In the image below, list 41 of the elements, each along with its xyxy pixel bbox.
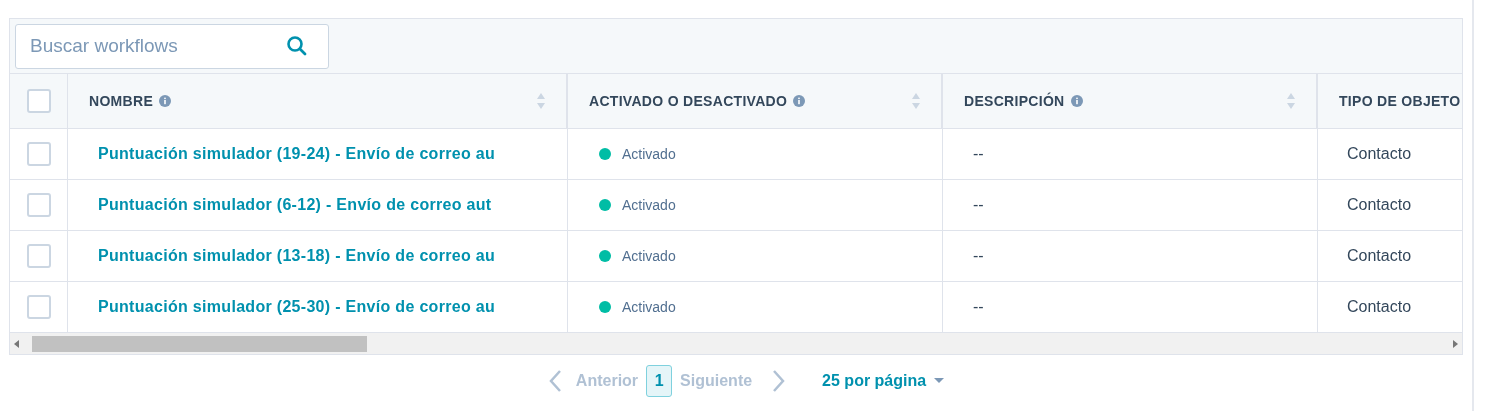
object-type-text: Contacto — [1347, 144, 1412, 164]
status-text: Activado — [622, 195, 676, 215]
workflow-link[interactable]: Puntuación simulador (19-24) - Envío de correo au — [98, 142, 495, 166]
description-text: -- — [973, 195, 984, 215]
status-text: Activado — [622, 297, 676, 317]
status-text: Activado — [622, 144, 676, 164]
search-input[interactable]: Buscar workflows — [30, 31, 286, 61]
scroll-left-icon[interactable] — [14, 339, 20, 348]
workflow-link[interactable]: Puntuación simulador (6-12) - Envío de correo aut — [98, 193, 492, 217]
sort-icon[interactable] — [536, 92, 546, 110]
column-header[interactable]: NOMBRE — [89, 90, 154, 112]
object-type-text: Contacto — [1347, 195, 1412, 215]
column-header[interactable]: TIPO DE OBJETO — [1339, 90, 1461, 112]
description-text: -- — [973, 144, 984, 164]
search-field[interactable]: Buscar workflows — [15, 23, 329, 69]
info-icon — [1070, 95, 1083, 107]
workflow-link[interactable]: Puntuación simulador (25-30) - Envío de correo au — [98, 295, 495, 319]
sort-icon[interactable] — [911, 92, 921, 110]
object-type-text: Contacto — [1347, 297, 1412, 317]
object-type-text: Contacto — [1347, 246, 1412, 266]
checkbox[interactable] — [26, 244, 51, 268]
status-text: Activado — [622, 246, 676, 266]
description-text: -- — [973, 297, 984, 317]
info-icon — [793, 95, 806, 107]
workflow-link[interactable]: Puntuación simulador (13-18) - Envío de correo au — [98, 244, 495, 268]
sort-icon[interactable] — [1286, 92, 1296, 110]
search-icon[interactable] — [286, 35, 308, 57]
column-header[interactable]: DESCRIPCIÓN — [964, 90, 1065, 112]
chevron-right-icon — [772, 369, 787, 393]
chevron-left-icon — [547, 369, 562, 393]
checkbox[interactable] — [26, 89, 51, 113]
checkbox[interactable] — [26, 295, 51, 319]
caret-icon — [934, 378, 945, 384]
checkbox[interactable] — [26, 142, 51, 166]
horizontal-scrollbar[interactable] — [10, 333, 1462, 355]
checkbox[interactable] — [26, 193, 51, 217]
description-text: -- — [973, 246, 984, 266]
column-header[interactable]: ACTIVADO O DESACTIVADO — [589, 90, 788, 112]
scroll-right-icon[interactable] — [1452, 339, 1458, 348]
info-icon — [159, 95, 172, 107]
per-page-dropdown[interactable]: 25 por página — [822, 369, 945, 393]
